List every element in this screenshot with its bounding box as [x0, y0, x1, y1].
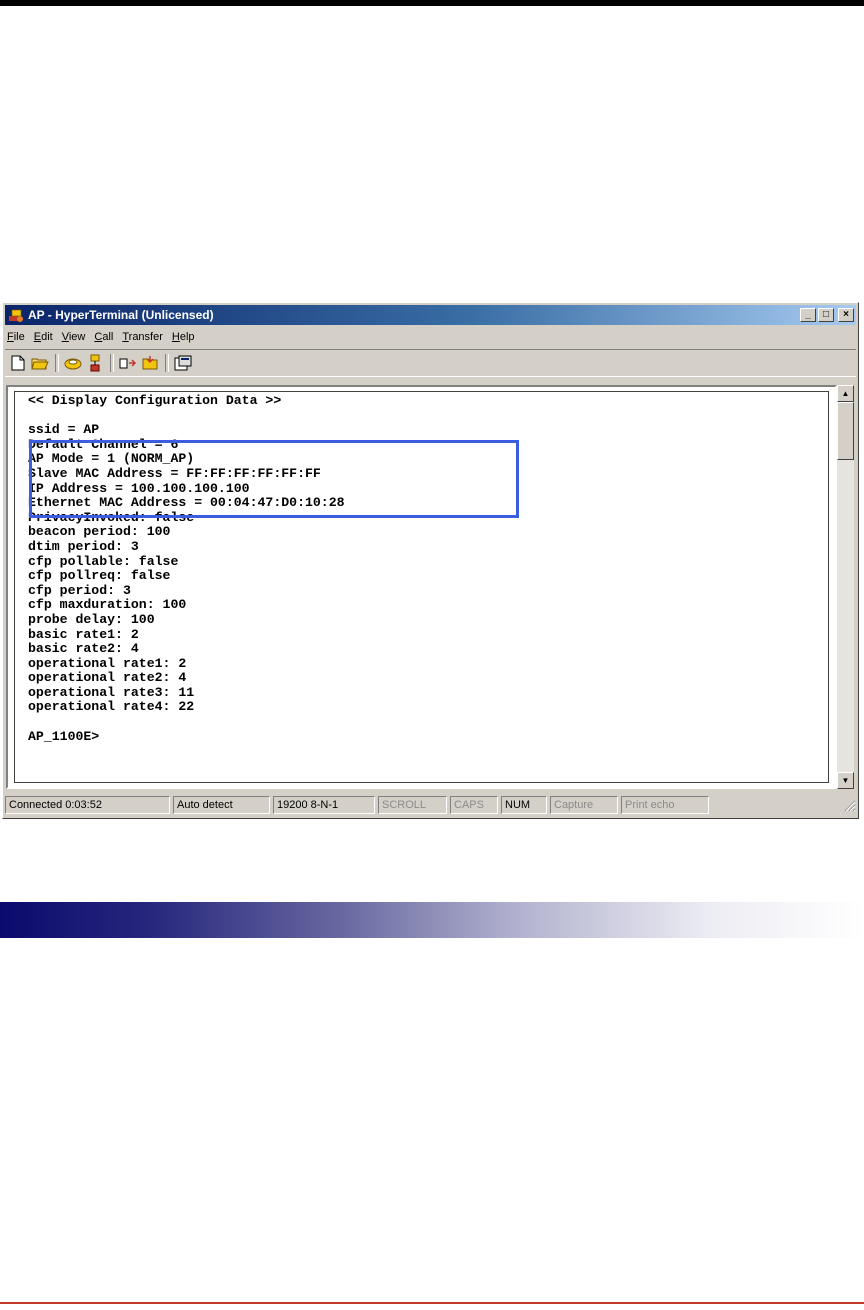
resize-grip-icon[interactable] — [842, 798, 856, 812]
properties-icon[interactable] — [174, 354, 192, 372]
toolbar — [5, 349, 856, 377]
terminal-line: operational rate3: 11 — [28, 684, 195, 700]
highlight-box — [29, 440, 519, 518]
hyperterminal-window: AP - HyperTerminal (Unlicensed) _ □ × Fi… — [2, 302, 859, 819]
menu-view[interactable]: View — [62, 331, 86, 343]
scroll-thumb[interactable] — [837, 402, 854, 460]
page-top-rule — [0, 0, 864, 6]
scroll-down-button[interactable]: ▼ — [837, 772, 854, 789]
status-num: NUM — [501, 796, 547, 814]
terminal-line: probe delay: 100 — [28, 611, 155, 627]
status-connected: Connected 0:03:52 — [5, 796, 170, 814]
new-file-icon[interactable] — [9, 354, 27, 372]
terminal-line: dtim period: 3 — [28, 538, 139, 554]
menu-help[interactable]: Help — [172, 331, 195, 343]
minimize-button[interactable]: _ — [800, 308, 816, 322]
terminal-line: ssid = AP — [28, 422, 100, 438]
terminal-prompt: AP_1100E> — [28, 728, 100, 744]
terminal-line: basic rate1: 2 — [28, 626, 139, 642]
status-scroll: SCROLL — [378, 796, 447, 814]
window-controls: _ □ × — [800, 308, 854, 322]
scroll-up-button[interactable]: ▲ — [837, 385, 854, 402]
status-print-echo: Print echo — [621, 796, 709, 814]
title-bar[interactable]: AP - HyperTerminal (Unlicensed) _ □ × — [5, 305, 856, 325]
open-folder-icon[interactable] — [31, 354, 49, 372]
section-divider-bar — [0, 902, 864, 938]
connect-phone-icon[interactable] — [64, 354, 82, 372]
terminal-line: operational rate1: 2 — [28, 655, 187, 671]
terminal-line: operational rate2: 4 — [28, 670, 187, 686]
terminal-line: << Display Configuration Data >> — [28, 393, 282, 408]
window-title: AP - HyperTerminal (Unlicensed) — [28, 308, 214, 322]
terminal-line: beacon period: 100 — [28, 524, 171, 540]
terminal-line: cfp pollreq: false — [28, 568, 171, 584]
disconnect-icon[interactable] — [86, 354, 104, 372]
toolbar-separator — [110, 354, 114, 372]
page-bottom-rule — [0, 1302, 864, 1304]
terminal-line: cfp period: 3 — [28, 582, 131, 598]
send-file-icon[interactable] — [119, 354, 137, 372]
terminal-line: cfp pollable: false — [28, 553, 179, 569]
menu-file[interactable]: File — [7, 331, 25, 343]
menu-transfer[interactable]: Transfer — [122, 331, 163, 343]
toolbar-separator — [55, 354, 59, 372]
status-detect: Auto detect — [173, 796, 270, 814]
hyperterminal-app-icon — [9, 309, 23, 322]
receive-file-icon[interactable] — [141, 354, 159, 372]
vertical-scrollbar[interactable]: ▲ ▼ — [837, 385, 854, 789]
status-capture: Capture — [550, 796, 618, 814]
status-settings: 19200 8-N-1 — [273, 796, 375, 814]
menu-edit[interactable]: Edit — [34, 331, 53, 343]
status-caps: CAPS — [450, 796, 498, 814]
terminal-line: basic rate2: 4 — [28, 641, 139, 657]
terminal-line: operational rate4: 22 — [28, 699, 195, 715]
status-bar: Connected 0:03:52 Auto detect 19200 8-N-… — [5, 794, 856, 816]
toolbar-separator — [165, 354, 169, 372]
terminal-frame: << Display Configuration Data >> ssid = A… — [14, 391, 829, 783]
maximize-button[interactable]: □ — [818, 308, 834, 322]
close-button[interactable]: × — [838, 308, 854, 322]
terminal-area[interactable]: << Display Configuration Data >> ssid = A… — [6, 385, 837, 789]
menu-bar: File Edit View Call Transfer Help — [7, 328, 204, 346]
menu-call[interactable]: Call — [94, 331, 113, 343]
terminal-line: cfp maxduration: 100 — [28, 597, 187, 613]
